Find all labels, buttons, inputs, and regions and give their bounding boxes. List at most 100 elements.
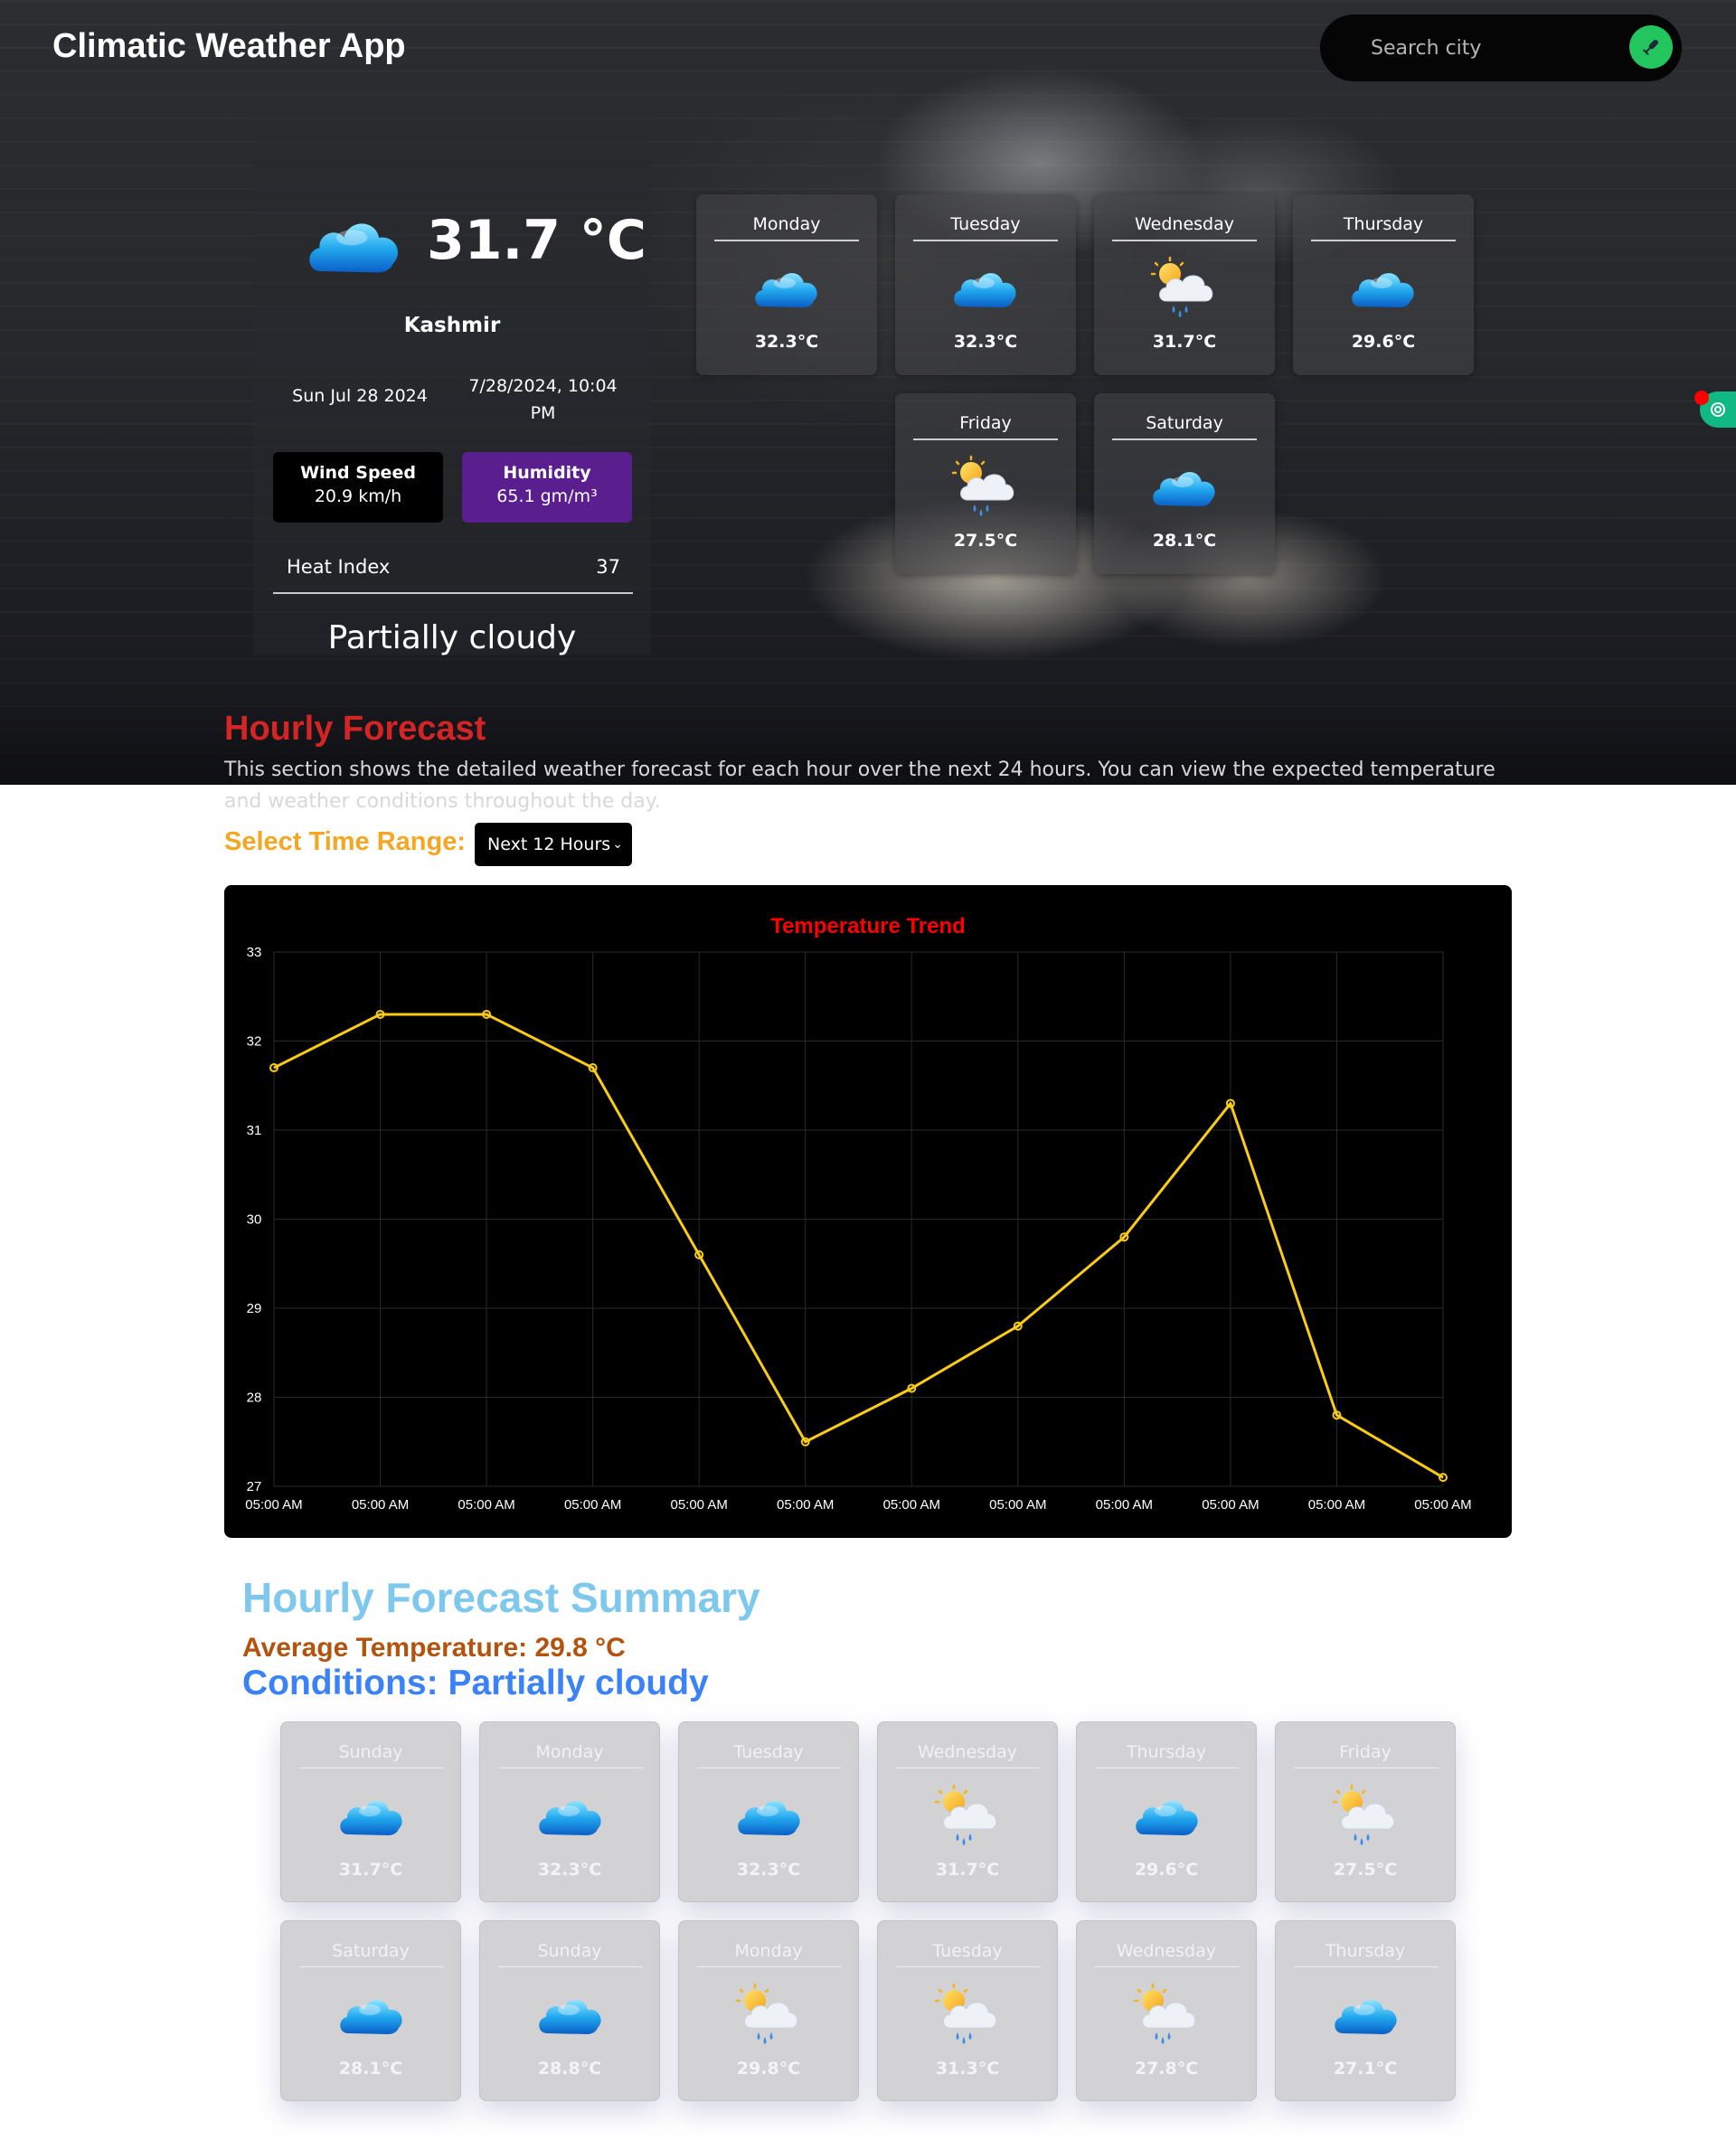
divider [896,1966,1041,1967]
chart-x-tick-label: 05:00 AM [1202,1497,1259,1513]
time-range-select[interactable]: Next 12 Hours ⌄ [475,823,632,866]
forecast-day-name: Tuesday [733,1742,804,1762]
chart-x-tick-label: 05:00 AM [352,1497,409,1513]
forecast-day-temperature: 27.5°C [953,531,1018,551]
cloud-icon [750,256,823,319]
current-date: Sun Jul 28 2024 [292,386,428,406]
forecast-day-card: Wednesday 31.7°C [877,1721,1058,1902]
forecast-day-card: Friday 27.5°C [895,393,1076,574]
forecast-day-card: Wednesday 27.8°C [1076,1920,1257,2101]
forecast-day-name: Monday [734,1941,803,1961]
chart-series-line [273,1013,1444,1479]
sun-rain-cloud-icon [1148,256,1221,319]
cloud-icon [949,256,1022,319]
wind-speed-label: Wind Speed [300,463,416,483]
forecast-day-card: Saturday 28.1°C [1094,393,1275,574]
wind-speed-box: Wind Speed 20.9 km/h [273,452,443,523]
divider [714,240,859,241]
divider [498,1966,643,1967]
summary-average-temperature: Average Temperature: 29.8 °C [242,1633,626,1663]
cloud-icon [1347,256,1420,319]
forecast-day-name: Thursday [1343,214,1424,234]
forecast-day-name: Saturday [332,1941,410,1961]
chart-x-tick-label: 05:00 AM [458,1497,514,1513]
chevron-down-icon: ⌄ [612,837,623,852]
divider [1311,240,1456,241]
forecast-day-card: Thursday 29.6°C [1076,1721,1257,1902]
search-button[interactable] [1629,25,1673,69]
sun-rain-cloud-icon [949,455,1022,518]
forecast-day-card: Thursday 29.6°C [1293,194,1474,375]
temperature-trend-chart: Temperature Trend 33 32 31 30 29 28 27 05:00 AM 0… [245,914,1471,1513]
sun-rain-cloud-icon [1131,1983,1203,2046]
forecast-day-name: Monday [752,214,821,234]
chart-y-tick-label: 32 [247,1034,262,1050]
sun-rain-cloud-icon [932,1784,1005,1847]
sun-rain-cloud-icon [733,1983,806,2046]
cloud-icon [534,1983,607,2046]
chart-x-tick-label: 05:00 AM [245,1497,302,1513]
sun-rain-cloud-icon [932,1983,1005,2046]
humidity-value: 65.1 gm/m³ [496,486,598,506]
forecast-day-card: Sunday 28.8°C [479,1920,660,2101]
chart-y-tick-label: 27 [247,1479,262,1494]
divider [913,438,1058,440]
hourly-forecast-description: This section shows the detailed weather … [224,759,1495,813]
cloud-icon [1148,455,1221,518]
divider [1095,1966,1240,1967]
forecast-day-card: Tuesday 32.3°C [895,194,1076,375]
chart-x-tick-label: 05:00 AM [670,1497,727,1513]
humidity-box: Humidity 65.1 gm/m³ [462,452,632,523]
forecast-day-temperature: 28.1°C [338,2059,403,2079]
chart-y-tick-label: 30 [247,1212,262,1228]
forecast-day-name: Tuesday [950,214,1021,234]
mic-icon [1643,40,1658,55]
chart-x-tick-label: 05:00 AM [564,1497,621,1513]
forecast-day-name: Friday [1339,1742,1392,1762]
forecast-day-name: Friday [959,413,1012,433]
forecast-day-name: Wednesday [917,1742,1017,1762]
search-bar [1320,14,1682,81]
forecast-day-temperature: 29.6°C [1351,332,1416,352]
current-condition: Partially cloudy [327,619,577,656]
forecast-day-temperature: 31.7°C [1152,332,1217,352]
time-range-selected: Next 12 Hours [487,834,611,854]
divider [913,240,1058,241]
target-icon [1711,402,1725,417]
forecast-day-temperature: 31.3°C [935,2059,1000,2079]
forecast-day-card: Thursday 27.1°C [1275,1920,1456,2101]
hourly-forecast-title: Hourly Forecast [224,710,486,748]
chart-y-tick-label: 29 [247,1301,262,1316]
forecast-day-name: Monday [535,1742,604,1762]
chart-y-tick-label: 31 [247,1123,262,1138]
summary-conditions: Conditions: Partially cloudy [242,1664,709,1702]
forecast-day-card: Saturday 28.1°C [280,1920,461,2101]
forecast-day-card: Monday 29.8°C [678,1920,859,2101]
location-name: Kashmir [403,314,501,337]
cloud-icon [1330,1983,1402,2046]
notification-dot [1694,391,1709,405]
divider [697,1966,842,1967]
forecast-day-name: Sunday [537,1941,602,1961]
forecast-day-card: Tuesday 32.3°C [678,1721,859,1902]
forecast-day-temperature: 32.3°C [736,1860,801,1880]
search-input[interactable] [1371,27,1606,69]
forecast-day-temperature: 28.1°C [1152,531,1217,551]
chart-x-tick-label: 05:00 AM [777,1497,834,1513]
heat-index-row: Heat Index 37 [273,556,633,594]
summary-title: Hourly Forecast Summary [242,1574,760,1621]
cloud-icon [335,1784,408,1847]
forecast-day-card: Monday 32.3°C [696,194,877,375]
chart-x-tick-label: 05:00 AM [1308,1497,1365,1513]
app-title: Climatic Weather App [52,27,406,65]
forecast-day-temperature: 28.8°C [537,2059,602,2079]
forecast-day-temperature: 29.6°C [1134,1860,1199,1880]
forecast-day-name: Thursday [1126,1742,1207,1762]
humidity-label: Humidity [503,463,591,483]
cloud-icon [300,199,409,289]
temperature-chart-panel: Temperature Trend 33 32 31 30 29 28 27 05:00 AM 0… [224,885,1512,1538]
chart-x-tick-label: 05:00 AM [1096,1497,1153,1513]
current-datetime: 7/28/2024, 10:04 PM [468,376,618,423]
forecast-day-card: Friday 27.5°C [1275,1721,1456,1902]
forecast-day-name: Wednesday [1134,214,1234,234]
